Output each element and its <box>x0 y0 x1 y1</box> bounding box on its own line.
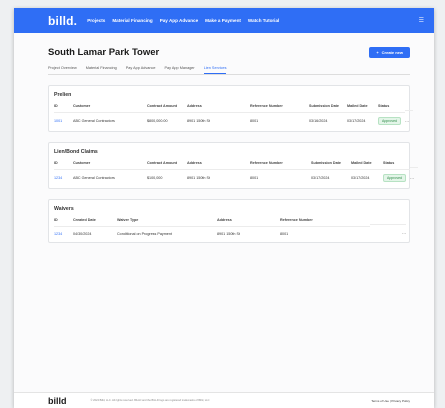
project-tabs: Project Overview Material Financing Pay … <box>48 64 410 75</box>
tab-pay-app-manager[interactable]: Pay App Manager <box>165 64 195 74</box>
col-address: Address <box>187 104 250 113</box>
col-actions <box>410 163 418 168</box>
waiver-row-type: Conditional on Progress Payment <box>117 231 172 236</box>
nav-make-a-payment[interactable]: Make a Payment <box>205 18 241 23</box>
more-options-icon[interactable]: ··· <box>410 172 418 181</box>
more-options-icon[interactable]: ··· <box>405 115 413 124</box>
prelien-row-address: 8901 150th St <box>187 119 210 123</box>
waiver-row-id[interactable]: 1234 <box>54 228 73 236</box>
prelien-table: ID Customer Contract Amount Address Refe… <box>54 104 413 125</box>
bond-row-submission: 03/17/2024 <box>311 176 330 180</box>
bond-row-status-cell: Approved <box>383 170 410 182</box>
col-status: Status <box>383 161 410 170</box>
prelien-row-submission: 03/16/2024 <box>309 119 328 123</box>
col-mailed-date: Mailed Date <box>347 104 378 113</box>
nav-pay-app-advance[interactable]: Pay App Advance <box>160 18 198 23</box>
col-contract-amount: Contract Amount <box>147 161 187 170</box>
nav-watch-tutorial[interactable]: Watch Tutorial <box>248 18 279 23</box>
status-badge: Approved <box>378 117 401 125</box>
col-customer: Customer <box>73 161 147 170</box>
col-mailed-date: Mailed Date <box>351 161 383 170</box>
hamburger-menu-icon[interactable]: ☰ <box>419 17 424 24</box>
lien-bond-claims-title: Lien/Bond Claims <box>54 149 98 155</box>
prelien-row-id[interactable]: 1001 <box>54 115 73 123</box>
more-options-icon[interactable]: ··· <box>370 227 406 236</box>
create-new-label: Create new <box>381 50 403 55</box>
col-address: Address <box>217 218 280 227</box>
bond-row-reference: 8001 <box>250 176 259 180</box>
tab-lien-services[interactable]: Lien Services <box>203 64 227 74</box>
prelien-row-mailed: 03/17/2024 <box>347 119 366 123</box>
billd-logo[interactable]: billd. <box>48 14 77 28</box>
tab-pay-app-advance[interactable]: Pay App Advance <box>126 64 156 74</box>
col-status: Status <box>378 104 405 113</box>
waivers-card: Waivers ID Created Date Waiver Type Addr… <box>48 199 410 243</box>
col-reference-number: Reference Number <box>250 161 311 170</box>
page-header: South Lamar Park Tower + Create new <box>14 33 434 58</box>
tab-project-overview[interactable]: Project Overview <box>48 64 77 74</box>
col-submission-date: Submission Date <box>309 104 347 113</box>
col-actions <box>405 106 413 111</box>
col-actions <box>370 220 406 225</box>
bond-row-mailed: 03/17/2024 <box>351 176 370 180</box>
plus-icon: + <box>376 50 379 55</box>
waivers-table: ID Created Date Waiver Type Address Refe… <box>54 218 406 236</box>
col-customer: Customer <box>73 104 147 113</box>
waivers-title: Waivers <box>54 206 74 212</box>
top-navigation-bar: billd. Projects Material Financing Pay A… <box>14 8 434 33</box>
nav-projects[interactable]: Projects <box>87 18 105 23</box>
bond-row-id[interactable]: 1234 <box>54 172 73 180</box>
app-window: billd. Projects Material Financing Pay A… <box>14 8 434 408</box>
prelien-row-customer: ABC General Contractors <box>73 119 115 123</box>
col-id: ID <box>54 104 73 113</box>
col-id: ID <box>54 161 73 170</box>
footer-billd-logo: billd <box>48 395 67 406</box>
bond-row-amount: $100,000 <box>147 176 163 180</box>
bond-row-customer: ABC General Contractors <box>73 176 115 180</box>
waiver-row-address: 8901 150th St <box>217 231 240 236</box>
waiver-row-created: 04/30/2024 <box>73 231 92 236</box>
lien-bond-claims-card: Lien/Bond Claims ID Customer Contract Am… <box>48 142 418 189</box>
prelien-row-status-cell: Approved <box>378 113 405 125</box>
col-reference-number: Reference Number <box>280 218 370 227</box>
prelien-row-reference: 8001 <box>250 119 259 123</box>
prelien-card: Prelien ID Customer Contract Amount Addr… <box>48 85 413 132</box>
nav-material-financing[interactable]: Material Financing <box>112 18 152 23</box>
waiver-row-reference: 8001 <box>280 231 289 236</box>
col-waiver-type: Waiver Type <box>117 218 217 227</box>
page-footer: billd © 2024 Billd, LLC. All rights rese… <box>14 392 434 408</box>
col-reference-number: Reference Number <box>250 104 309 113</box>
create-new-button[interactable]: + Create new <box>369 47 410 58</box>
col-created-date: Created Date <box>73 218 117 227</box>
prelien-title: Prelien <box>54 92 72 98</box>
col-submission-date: Submission Date <box>311 161 351 170</box>
main-nav: Projects Material Financing Pay App Adva… <box>87 18 279 23</box>
col-address: Address <box>187 161 250 170</box>
col-id: ID <box>54 218 73 227</box>
prelien-row-amount: $800,000.00 <box>147 119 168 123</box>
col-contract-amount: Contract Amount <box>147 104 187 113</box>
lien-bond-claims-table: ID Customer Contract Amount Address Refe… <box>54 161 418 182</box>
bond-row-address: 8901 150th St <box>187 176 210 180</box>
status-badge: Approved <box>383 174 406 182</box>
tab-material-financing[interactable]: Material Financing <box>86 64 117 74</box>
